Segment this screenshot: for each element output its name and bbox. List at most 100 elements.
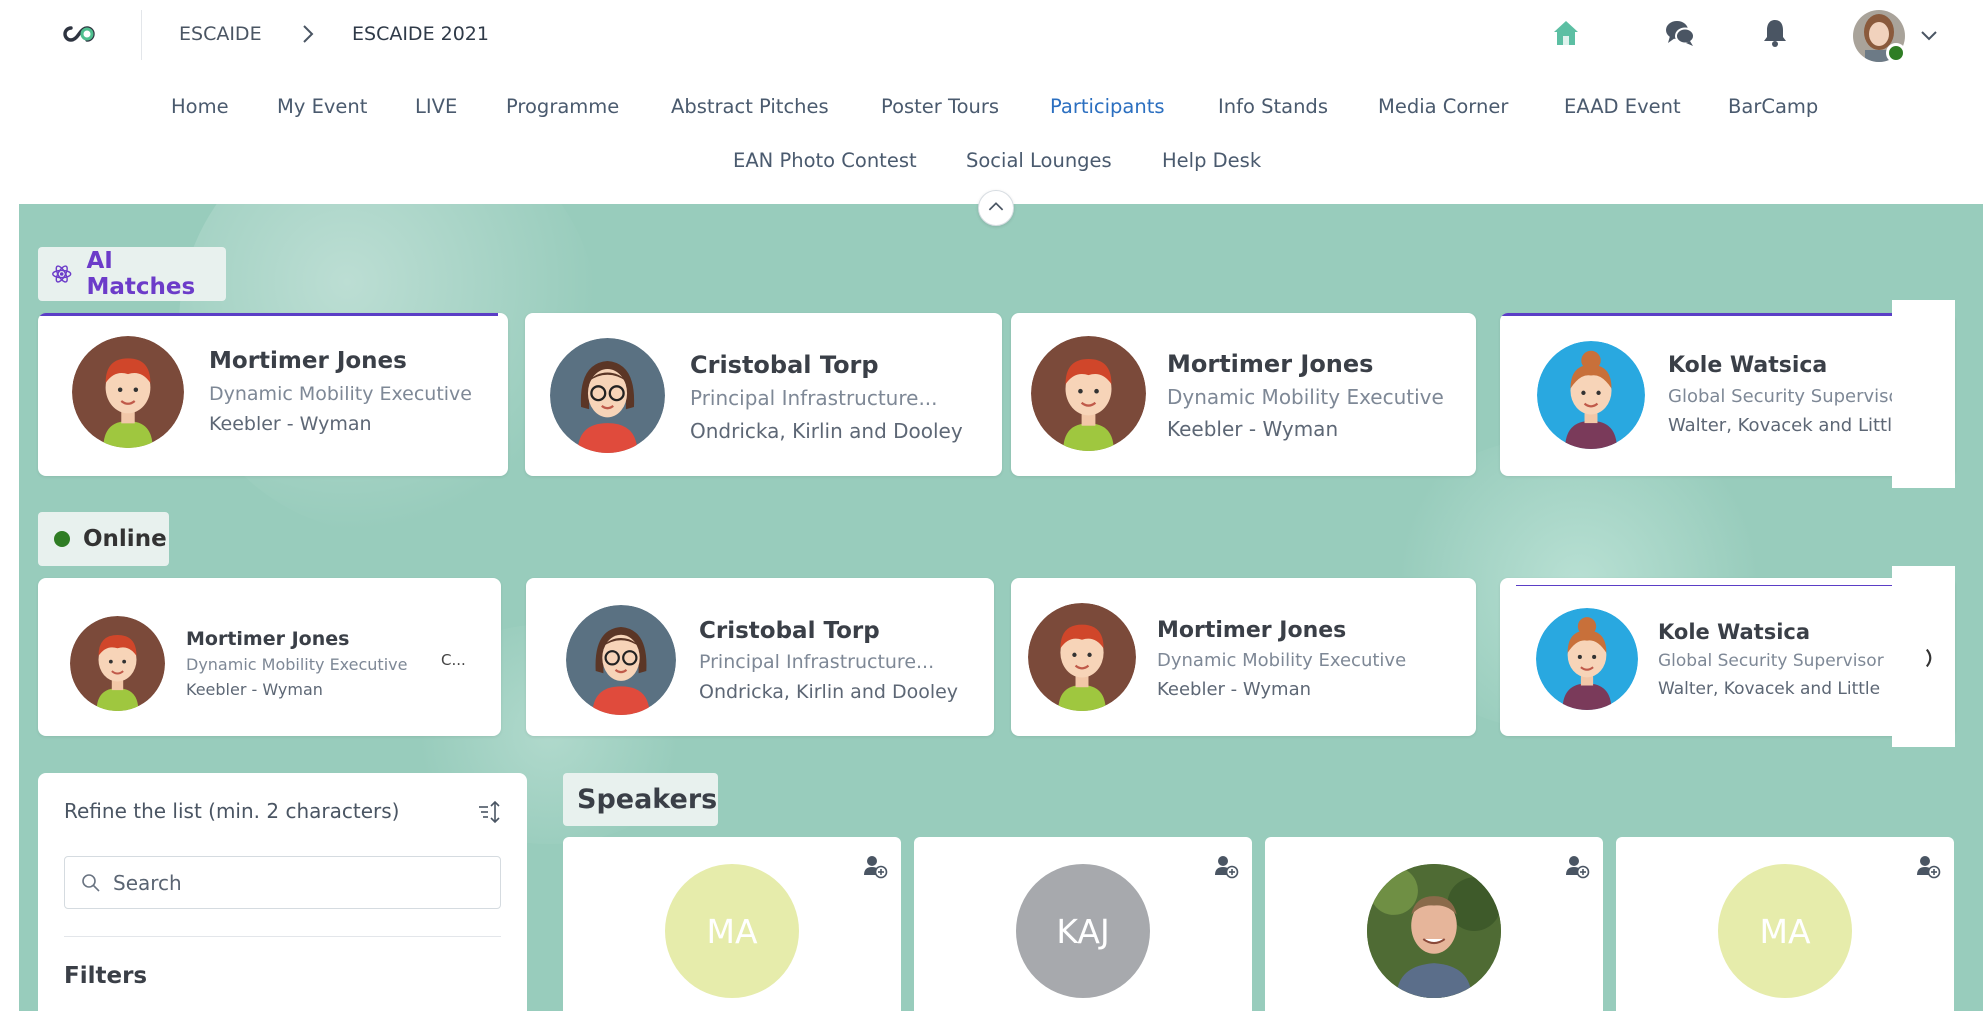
participant-role: Dynamic Mobility Executive [1157, 650, 1407, 671]
add-contact-icon[interactable] [1564, 853, 1590, 879]
online-status-dot [1886, 43, 1906, 63]
participant-role: Global Security Supervisor [1658, 651, 1884, 671]
online-status-dot [54, 531, 70, 547]
home-icon[interactable] [1549, 16, 1583, 50]
speakers-label: Speakers [563, 773, 718, 826]
collapse-nav-button[interactable] [978, 190, 1014, 226]
participant-avatar [1537, 341, 1645, 449]
sort-icon[interactable] [476, 799, 502, 825]
participant-role: Global Security Supervisor [1668, 386, 1907, 407]
participant-role: Principal Infrastructure... [699, 651, 935, 673]
nav-abstract-pitches[interactable]: Abstract Pitches [671, 95, 829, 118]
speaker-card[interactable] [1265, 837, 1603, 1011]
online-label: Online [38, 512, 169, 566]
ai-match-card[interactable]: Mortimer Jones Dynamic Mobility Executiv… [1011, 313, 1476, 476]
refine-label: Refine the list (min. 2 characters) [64, 799, 400, 823]
online-participant-card[interactable]: Mortimer Jones Dynamic Mobility Executiv… [1011, 578, 1476, 736]
participant-name: Cristobal Torp [690, 351, 879, 379]
participant-company: Keebler - Wyman [209, 413, 372, 435]
chevron-up-icon [988, 202, 1004, 211]
participant-avatar [550, 338, 665, 453]
nav-eaad-event[interactable]: EAAD Event [1564, 95, 1681, 118]
speaker-initials-avatar: KAJ [1016, 864, 1150, 998]
participant-name: Kole Watsica [1658, 620, 1811, 644]
participant-name: Mortimer Jones [1167, 350, 1374, 378]
nav-help-desk[interactable]: Help Desk [1162, 149, 1261, 172]
speaker-card[interactable]: KAJ [914, 837, 1252, 1011]
speaker-card[interactable]: MA [563, 837, 901, 1011]
nav-my-event[interactable]: My Event [277, 95, 367, 118]
participant-company: Keebler - Wyman [186, 680, 323, 699]
ai-match-card[interactable]: Kole Watsica Global Security Supervisor … [1500, 313, 1955, 476]
speaker-photo [1367, 864, 1501, 998]
participant-name: Mortimer Jones [1157, 618, 1347, 643]
participant-company: Ondricka, Kirlin and Dooley [699, 681, 959, 703]
carousel-next-button[interactable] [1892, 300, 1955, 488]
add-contact-icon[interactable] [862, 853, 888, 879]
divider [64, 936, 501, 937]
participant-avatar [70, 616, 165, 711]
participant-company: Ondricka, Kirlin and Dooley [690, 419, 963, 443]
participant-company: Walter, Kovacek and Little [1668, 415, 1904, 436]
participant-avatar [72, 336, 184, 448]
speaker-card[interactable]: MA [1616, 837, 1954, 1011]
nav-social-lounges[interactable]: Social Lounges [966, 149, 1112, 172]
add-contact-icon[interactable] [1915, 853, 1941, 879]
nav-barcamp[interactable]: BarCamp [1728, 95, 1818, 118]
online-participant-card[interactable]: Kole Watsica Global Security Supervisor … [1500, 578, 1955, 736]
nav-info-stands[interactable]: Info Stands [1218, 95, 1328, 118]
speaker-initials-avatar: MA [665, 864, 799, 998]
nav-participants[interactable]: Participants [1050, 95, 1165, 118]
participant-name: Mortimer Jones [209, 348, 407, 374]
card-top-border [1516, 585, 1931, 586]
participant-role: Dynamic Mobility Executive [1167, 385, 1444, 409]
participant-role: Principal Infrastructure... [690, 386, 938, 410]
nav-programme[interactable]: Programme [506, 95, 619, 118]
carousel-next-button[interactable] [1892, 566, 1955, 747]
chevron-right-icon [1925, 648, 1932, 668]
participant-name: Mortimer Jones [186, 628, 350, 650]
refine-panel: Refine the list (min. 2 characters) Filt… [38, 773, 527, 1011]
chevron-down-icon[interactable] [1918, 24, 1940, 46]
search-field[interactable] [64, 856, 501, 909]
ai-match-card[interactable]: Mortimer Jones Dynamic Mobility Executiv… [38, 313, 508, 476]
atom-icon [52, 265, 72, 283]
participant-role: Dynamic Mobility Executive [186, 655, 408, 674]
nav-home[interactable]: Home [171, 95, 229, 118]
participant-role: Dynamic Mobility Executive [209, 383, 472, 405]
online-participant-card[interactable]: Cristobal Torp Principal Infrastructure.… [526, 578, 994, 736]
participant-avatar [1028, 603, 1136, 711]
nav-ean-photo-contest[interactable]: EAN Photo Contest [733, 149, 917, 172]
participant-name: Kole Watsica [1668, 353, 1828, 378]
search-icon [82, 874, 100, 892]
participant-company: Keebler - Wyman [1157, 679, 1312, 700]
speakers-title: Speakers [577, 784, 718, 815]
breadcrumb-current: ESCAIDE 2021 [352, 23, 489, 45]
top-bar: ESCAIDE ESCAIDE 2021 [0, 0, 1983, 70]
ai-matches-title: AI Matches [86, 248, 196, 300]
add-contact-icon[interactable] [1213, 853, 1239, 879]
nav-media-corner[interactable]: Media Corner [1378, 95, 1508, 118]
participant-company: Keebler - Wyman [1167, 417, 1339, 441]
ai-matches-label: AI Matches [38, 247, 226, 301]
speaker-initials-avatar: MA [1718, 864, 1852, 998]
truncated-text: C... [441, 651, 466, 669]
nav-live[interactable]: LIVE [415, 95, 457, 118]
app-logo-icon[interactable] [62, 22, 96, 46]
ai-match-card[interactable]: Cristobal Torp Principal Infrastructure.… [525, 313, 1002, 476]
online-participant-card[interactable]: Mortimer Jones Dynamic Mobility Executiv… [38, 578, 501, 736]
search-input[interactable] [113, 867, 483, 899]
participant-avatar [1031, 336, 1146, 451]
chevron-right-icon [303, 25, 314, 43]
filters-title: Filters [64, 963, 148, 989]
chat-icon[interactable] [1663, 16, 1697, 50]
participant-name: Cristobal Torp [699, 618, 880, 644]
participant-company: Walter, Kovacek and Little [1658, 679, 1881, 699]
breadcrumb-root[interactable]: ESCAIDE [179, 23, 262, 45]
nav-poster-tours[interactable]: Poster Tours [881, 95, 999, 118]
online-title: Online [83, 526, 167, 552]
participant-avatar [1536, 608, 1638, 710]
divider [141, 10, 142, 60]
bell-icon[interactable] [1758, 16, 1792, 50]
participant-avatar [566, 605, 676, 715]
